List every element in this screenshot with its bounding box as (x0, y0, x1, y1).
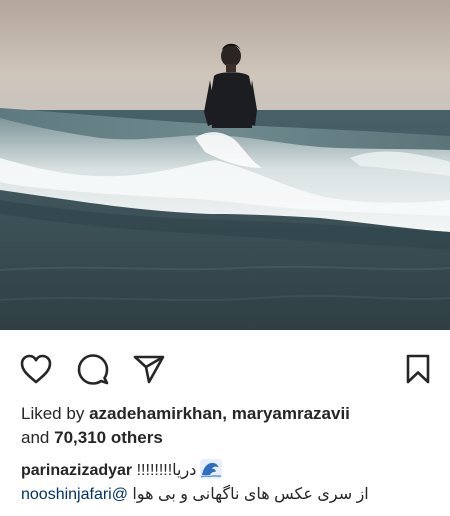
paper-plane-icon (133, 355, 165, 384)
bookmark-icon (406, 354, 430, 384)
share-button[interactable] (130, 350, 168, 388)
liked-by-label: Liked by (21, 404, 85, 423)
comment-button[interactable] (74, 350, 112, 388)
post-actions-bar (0, 330, 450, 402)
caption-mention-link[interactable]: nooshinjafari@ (21, 486, 128, 503)
sea-photo-image (0, 0, 450, 330)
liker-username-1[interactable]: azadehamirkhan (89, 404, 222, 423)
caption-first-line: parinazizadyar دریا!!!!!!!! (21, 459, 441, 482)
post-photo[interactable] (0, 0, 450, 330)
speech-bubble-icon (77, 354, 109, 385)
liker-separator: , (222, 404, 228, 423)
caption-username[interactable]: parinazizadyar (21, 462, 132, 479)
caption-text-1: دریا!!!!!!!! (136, 462, 197, 479)
heart-outline-icon (20, 354, 52, 384)
like-button[interactable] (17, 350, 55, 388)
likes-summary: Liked by azadehamirkhan, maryamrazavii a… (21, 402, 441, 450)
likes-count-link[interactable]: 70,310 others (54, 428, 163, 447)
liker-username-2[interactable]: maryamrazavii (232, 404, 350, 423)
instagram-post: Liked by azadehamirkhan, maryamrazavii a… (0, 0, 450, 516)
caption-text-2: از سری عکس های ناگهانی و بی هوا (132, 486, 369, 503)
water-wave-icon (200, 459, 223, 479)
caption-second-line: nooshinjafari@ از سری عکس های ناگهانی و … (21, 484, 441, 506)
save-button[interactable] (399, 350, 437, 388)
likes-and-label: and (21, 428, 50, 447)
